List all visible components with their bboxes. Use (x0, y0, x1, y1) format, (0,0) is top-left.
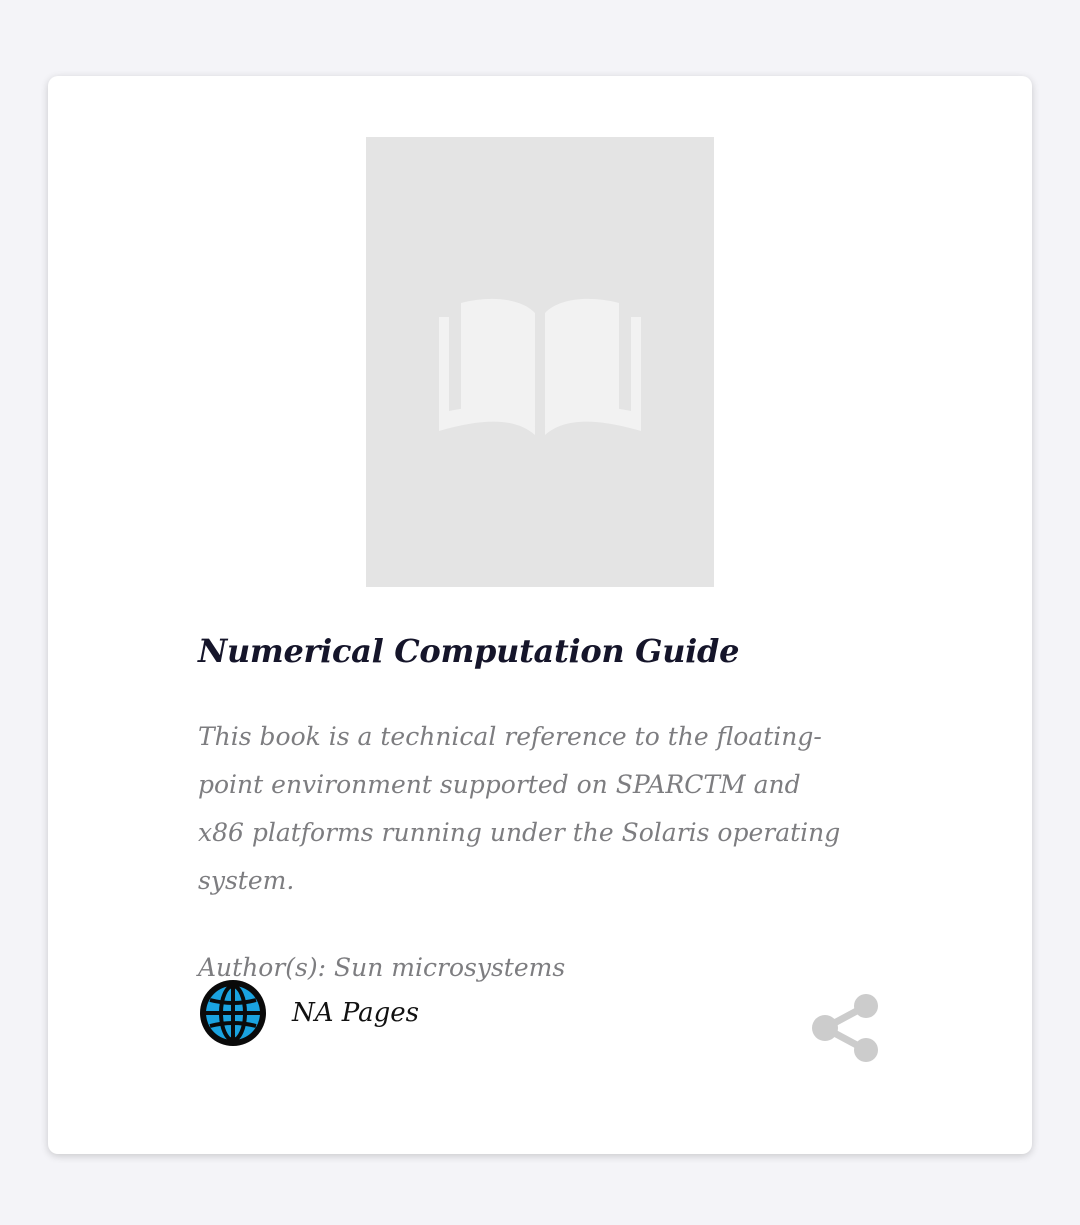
open-book-icon (439, 298, 641, 435)
book-details: Numerical Computation Guide This book is… (198, 629, 898, 986)
book-card: Numerical Computation Guide This book is… (48, 76, 1032, 1154)
book-description: This book is a technical reference to th… (198, 722, 841, 895)
book-cover-placeholder[interactable] (366, 137, 714, 587)
publisher-info: NA Pages (198, 978, 419, 1048)
globe-icon (200, 980, 266, 1046)
share-icon (812, 994, 878, 1062)
share-button[interactable] (808, 990, 882, 1064)
book-title[interactable]: Numerical Computation Guide (198, 629, 898, 673)
page-count: NA Pages (292, 998, 419, 1028)
card-footer: NA Pages (198, 978, 882, 1068)
